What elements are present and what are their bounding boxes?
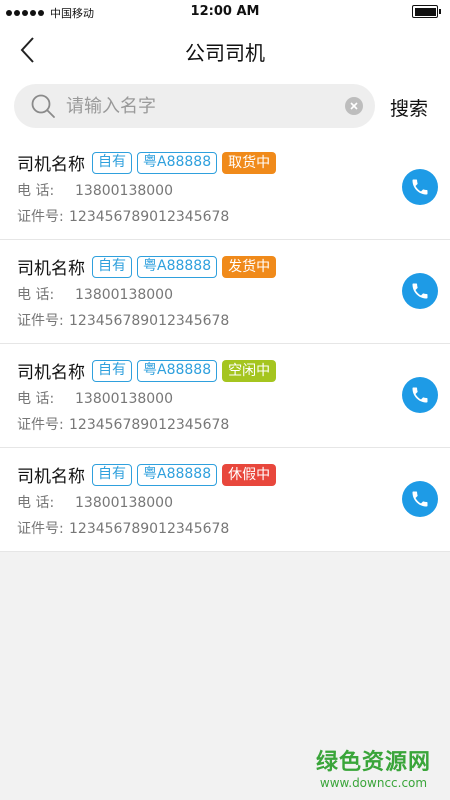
search-box: [14, 84, 375, 128]
ownership-tag: 自有: [92, 151, 132, 174]
id-value: 123456789012345678: [69, 417, 230, 433]
phone-value: 13800138000: [75, 183, 173, 199]
id-value: 123456789012345678: [69, 209, 230, 225]
driver-header: 司机名称 自有 粤A88888 休假中: [17, 462, 277, 487]
id-row: 证件号: 123456789012345678: [17, 310, 229, 330]
id-label: 证件号:: [17, 209, 64, 225]
phone-label: 电 话:: [17, 495, 55, 511]
ownership-tag: 自有: [92, 463, 132, 486]
driver-name: 司机名称: [17, 259, 85, 279]
phone-row: 电 话: 13800138000: [17, 388, 173, 408]
watermark-url: www.downcc.com: [319, 776, 428, 790]
driver-card[interactable]: 司机名称 自有 粤A88888 空闲中 电 话: 13800138000 证件号:…: [0, 344, 450, 448]
phone-value: 13800138000: [75, 287, 173, 303]
driver-header: 司机名称 自有 粤A88888 取货中: [17, 150, 277, 175]
close-icon: [350, 102, 358, 110]
driver-name: 司机名称: [17, 363, 85, 383]
driver-header: 司机名称 自有 粤A88888 发货中: [17, 254, 277, 279]
phone-icon: [412, 387, 428, 403]
status-badge: 空闲中: [222, 359, 277, 382]
driver-card[interactable]: 司机名称 自有 粤A88888 休假中 电 话: 13800138000 证件号:…: [0, 448, 450, 552]
search-bar: 搜索: [0, 76, 450, 136]
driver-card[interactable]: 司机名称 自有 粤A88888 发货中 电 话: 13800138000 证件号:…: [0, 240, 450, 344]
id-label: 证件号:: [17, 313, 64, 329]
plate-tag: 粤A88888: [137, 151, 218, 174]
phone-row: 电 话: 13800138000: [17, 284, 173, 304]
phone-icon: [412, 179, 428, 195]
plate-tag: 粤A88888: [137, 255, 218, 278]
driver-list: 司机名称 自有 粤A88888 取货中 电 话: 13800138000 证件号:…: [0, 136, 450, 552]
id-row: 证件号: 123456789012345678: [17, 414, 229, 434]
phone-row: 电 话: 13800138000: [17, 180, 173, 200]
id-row: 证件号: 123456789012345678: [17, 518, 229, 538]
plate-tag: 粤A88888: [137, 463, 218, 486]
battery-icon: [412, 5, 441, 18]
page-title: 公司司机: [185, 41, 265, 65]
phone-value: 13800138000: [75, 495, 173, 511]
status-bar: 中国移动 12:00 AM: [0, 0, 450, 24]
search-input[interactable]: [66, 84, 346, 128]
phone-label: 电 话:: [17, 287, 55, 303]
id-value: 123456789012345678: [69, 521, 230, 537]
id-value: 123456789012345678: [69, 313, 230, 329]
search-button[interactable]: 搜索: [390, 94, 428, 121]
watermark: 绿色资源网 www.downcc.com: [316, 744, 431, 790]
plate-tag: 粤A88888: [137, 359, 218, 382]
ownership-tag: 自有: [92, 255, 132, 278]
clear-icon[interactable]: [345, 97, 363, 115]
id-label: 证件号:: [17, 417, 64, 433]
phone-row: 电 话: 13800138000: [17, 492, 173, 512]
driver-header: 司机名称 自有 粤A88888 空闲中: [17, 358, 277, 383]
status-badge: 取货中: [222, 151, 277, 174]
id-row: 证件号: 123456789012345678: [17, 206, 229, 226]
status-time: 12:00 AM: [190, 4, 260, 19]
ownership-tag: 自有: [92, 359, 132, 382]
call-button[interactable]: [402, 377, 438, 413]
call-button[interactable]: [402, 169, 438, 205]
phone-label: 电 话:: [17, 391, 55, 407]
driver-name: 司机名称: [17, 155, 85, 175]
phone-label: 电 话:: [17, 183, 55, 199]
nav-bar: 公司司机: [0, 24, 450, 76]
watermark-title: 绿色资源网: [316, 750, 432, 775]
status-badge: 休假中: [222, 463, 277, 486]
driver-card[interactable]: 司机名称 自有 粤A88888 取货中 电 话: 13800138000 证件号:…: [0, 136, 450, 240]
phone-value: 13800138000: [75, 391, 173, 407]
id-label: 证件号:: [17, 521, 64, 537]
status-badge: 发货中: [222, 255, 277, 278]
search-icon: [31, 94, 55, 118]
phone-icon: [412, 283, 428, 299]
phone-icon: [412, 491, 428, 507]
driver-name: 司机名称: [17, 467, 85, 487]
call-button[interactable]: [402, 481, 438, 517]
call-button[interactable]: [402, 273, 438, 309]
